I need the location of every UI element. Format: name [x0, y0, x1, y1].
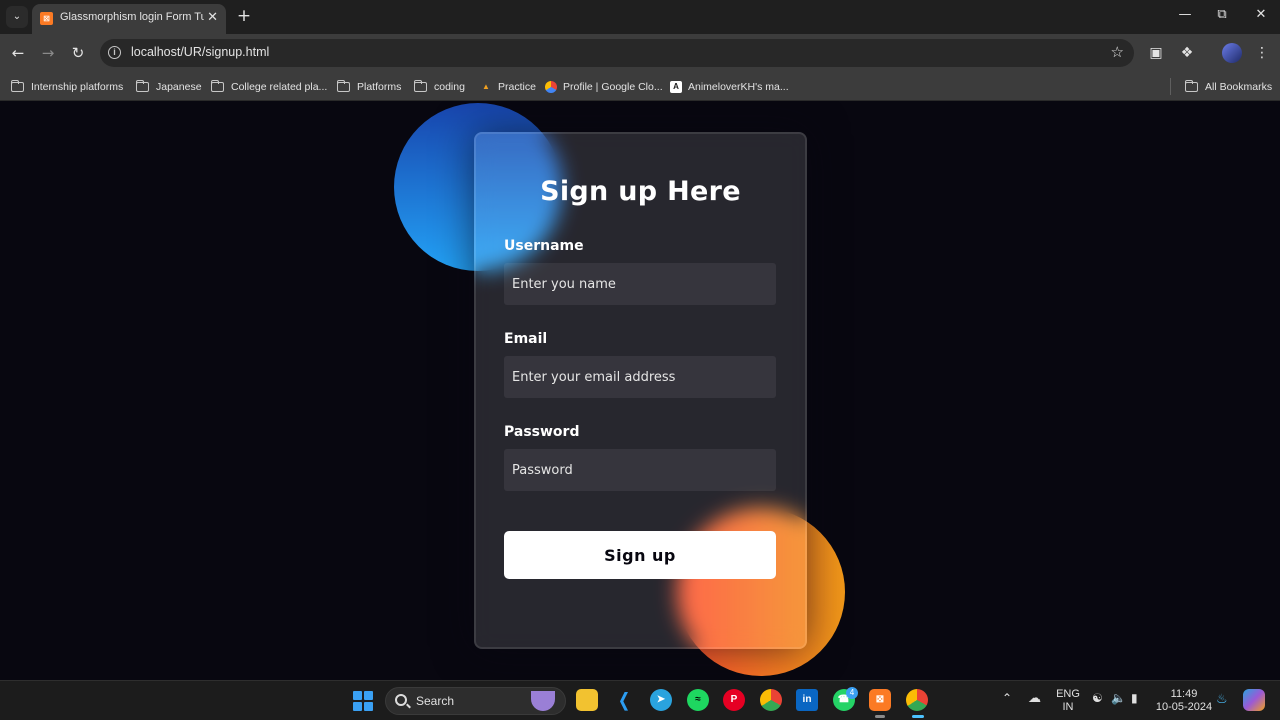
telegram-icon[interactable]: ➤	[650, 689, 672, 711]
extensions-icon[interactable]: ❖	[1177, 43, 1197, 63]
bookmark-item[interactable]: Profile | Google Clo...	[545, 78, 663, 95]
search-highlight-icon	[531, 691, 555, 711]
back-icon[interactable]: ←	[8, 43, 28, 63]
spotify-icon[interactable]: ≈	[687, 689, 709, 711]
bookmark-star-icon[interactable]: ☆	[1111, 43, 1124, 61]
password-label: Password	[504, 424, 580, 440]
pinterest-icon[interactable]: P	[723, 689, 745, 711]
password-input[interactable]	[504, 449, 776, 491]
lens-icon[interactable]: ▣	[1146, 43, 1166, 63]
folder-icon	[336, 79, 350, 92]
minimize-icon[interactable]: —	[1175, 7, 1195, 22]
bookmark-item[interactable]: Platforms	[336, 78, 402, 95]
google-cloud-favicon-icon	[545, 80, 557, 93]
bookmark-item[interactable]: coding	[413, 78, 465, 95]
language-indicator[interactable]: ENG IN	[1053, 688, 1083, 714]
url-text[interactable]: localhost/UR/signup.html	[131, 45, 269, 59]
email-input[interactable]	[504, 356, 776, 398]
file-explorer-icon[interactable]	[576, 689, 598, 711]
browser-toolbar: ← → ↻ i localhost/UR/signup.html ☆ ▣ ❖ ⋮	[0, 34, 1280, 72]
tab-close-icon[interactable]: ✕	[207, 10, 218, 25]
form-title: Sign up Here	[540, 176, 741, 207]
folder-icon	[413, 79, 427, 92]
bookmark-item[interactable]: College related pla...	[210, 78, 328, 95]
volume-muted-icon[interactable]: 🔈	[1111, 692, 1126, 705]
folder-icon	[210, 79, 224, 92]
bookmark-item[interactable]: ▲ Practice	[480, 78, 536, 95]
folder-icon	[10, 79, 24, 92]
bookmark-label: College related pla...	[231, 80, 328, 93]
language-line2: IN	[1062, 701, 1074, 713]
bookmark-item[interactable]: A AnimeloverKH's ma...	[670, 78, 789, 95]
menu-icon[interactable]: ⋮	[1252, 43, 1272, 63]
tab-strip: ⌄ ⊠ Glassmorphism login Form Tuto ✕ + — …	[0, 0, 1280, 34]
bookmark-label: Practice	[498, 80, 536, 93]
language-line1: ENG	[1056, 688, 1080, 700]
folder-icon	[1184, 79, 1198, 92]
restore-icon[interactable]: ⧉	[1212, 7, 1232, 22]
clock-time: 11:49	[1170, 688, 1198, 700]
tab-search-chevron-icon[interactable]: ⌄	[6, 6, 28, 28]
linkedin-icon[interactable]: in	[796, 689, 818, 711]
bookmark-label: Japanese	[156, 80, 202, 93]
forward-icon[interactable]: →	[38, 43, 58, 63]
taskbar-search-label: Search	[416, 694, 455, 708]
practice-favicon-icon: ▲	[482, 81, 490, 91]
bookmark-label: Internship platforms	[31, 80, 124, 93]
xampp-running-indicator	[875, 715, 885, 718]
windows-start-icon[interactable]	[353, 691, 373, 711]
bookmark-item[interactable]: Internship platforms	[10, 78, 124, 95]
clock-date: 10-05-2024	[1155, 701, 1213, 713]
onedrive-icon[interactable]: ☁	[1028, 691, 1041, 704]
reload-icon[interactable]: ↻	[68, 43, 88, 63]
new-tab-icon[interactable]: +	[236, 6, 252, 26]
chrome-active-indicator	[912, 715, 924, 718]
site-info-icon[interactable]: i	[108, 46, 121, 59]
bookmarks-separator	[1170, 78, 1171, 95]
notification-bell-icon[interactable]: ♨	[1216, 692, 1228, 705]
email-label: Email	[504, 331, 548, 347]
username-input[interactable]	[504, 263, 776, 305]
wifi-icon[interactable]: ☯	[1092, 692, 1103, 705]
battery-icon[interactable]: ▮	[1131, 692, 1138, 705]
bookmark-item[interactable]: Japanese	[135, 78, 202, 95]
anime-favicon-icon: A	[670, 80, 682, 93]
search-icon	[395, 694, 407, 706]
clock[interactable]: 11:49 10-05-2024	[1155, 688, 1213, 714]
chrome-active-icon[interactable]	[906, 689, 928, 711]
xampp-favicon-icon: ⊠	[40, 12, 53, 25]
profile-avatar[interactable]	[1222, 43, 1242, 63]
tab-title: Glassmorphism login Form Tuto	[60, 11, 204, 23]
signup-button[interactable]: Sign up	[504, 531, 776, 579]
vscode-icon[interactable]: ❬	[613, 689, 635, 711]
bookmark-label: Platforms	[357, 80, 402, 93]
all-bookmarks-label: All Bookmarks	[1205, 80, 1273, 93]
whatsapp-badge: 4	[846, 687, 858, 699]
bookmark-label: Profile | Google Clo...	[563, 80, 663, 93]
chrome-icon[interactable]	[760, 689, 782, 711]
page-viewport: Sign up Here Username Email Password Sig…	[0, 101, 1280, 680]
bookmark-label: coding	[434, 80, 465, 93]
xampp-icon[interactable]: ⊠	[869, 689, 891, 711]
signup-form: Sign up Here Username Email Password Sig…	[474, 132, 807, 649]
folder-icon	[135, 79, 149, 92]
copilot-icon[interactable]	[1243, 689, 1265, 711]
taskbar: Search ❬ ➤ ≈ P in ☎ 4 ⊠ ⌃ ☁ ENG IN ☯ 🔈 ▮…	[0, 680, 1280, 720]
all-bookmarks[interactable]: All Bookmarks	[1184, 78, 1273, 95]
browser-tab[interactable]: ⊠ Glassmorphism login Form Tuto ✕	[32, 4, 226, 34]
window-close-icon[interactable]: ✕	[1251, 7, 1271, 22]
taskbar-search[interactable]: Search	[385, 687, 566, 715]
username-label: Username	[504, 238, 584, 254]
bookmarks-bar: Internship platforms Japanese College re…	[0, 72, 1280, 101]
address-bar[interactable]: i localhost/UR/signup.html ☆	[100, 39, 1134, 67]
tray-overflow-icon[interactable]: ⌃	[1002, 692, 1012, 705]
bookmark-label: AnimeloverKH's ma...	[688, 80, 789, 93]
